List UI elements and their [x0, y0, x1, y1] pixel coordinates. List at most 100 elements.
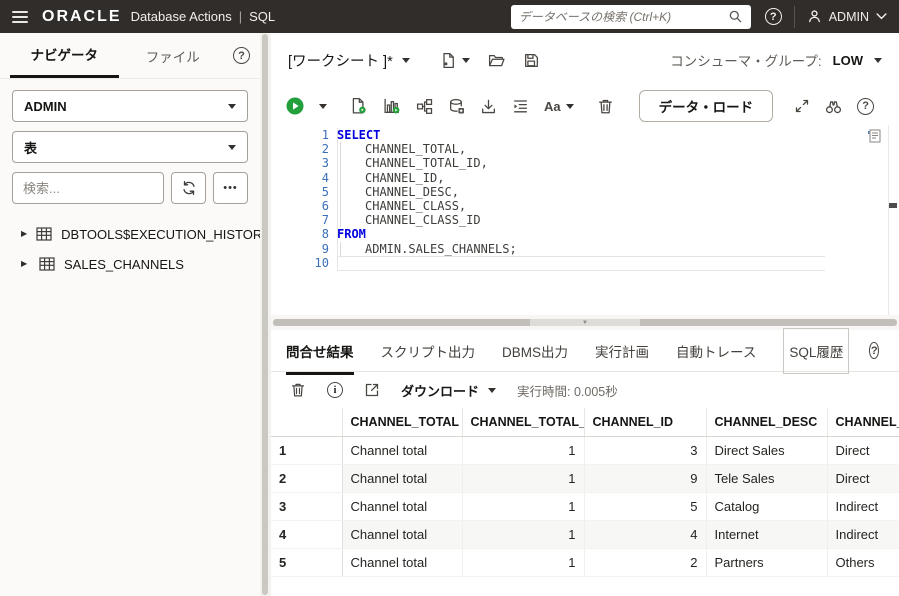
- expand-caret-icon[interactable]: ▶: [21, 230, 27, 238]
- header-help-icon[interactable]: ?: [765, 8, 782, 25]
- grid-cell[interactable]: Internet: [706, 520, 827, 548]
- run-options-chevron-icon[interactable]: [319, 104, 327, 109]
- data-load-button[interactable]: データ・ロード: [639, 90, 774, 122]
- grid-cell[interactable]: 5: [584, 492, 706, 520]
- editor-line[interactable]: 4CHANNEL_ID,: [271, 171, 887, 185]
- tree-item[interactable]: ▶DBTOOLS$EXECUTION_HISTORY: [6, 221, 254, 247]
- grid-cell[interactable]: Others: [827, 548, 899, 576]
- grid-cell[interactable]: 2: [584, 548, 706, 576]
- download-editor-button[interactable]: [480, 98, 497, 115]
- grid-cell[interactable]: 1: [462, 548, 584, 576]
- grid-cell[interactable]: Channel total: [342, 548, 462, 576]
- results-tab[interactable]: 問合せ結果: [286, 328, 354, 374]
- editor-scrollbar[interactable]: [888, 125, 899, 315]
- grid-cell[interactable]: Tele Sales: [706, 464, 827, 492]
- explain-plan-button[interactable]: [416, 98, 433, 115]
- discard-results-button[interactable]: [290, 382, 306, 398]
- results-help-icon[interactable]: ?: [869, 342, 879, 359]
- editor-line[interactable]: 6CHANNEL_CLASS,: [271, 199, 887, 213]
- editor-line[interactable]: 1SELECT: [271, 128, 887, 142]
- editor-line[interactable]: 7CHANNEL_CLASS_ID: [271, 213, 887, 227]
- worksheet-tab[interactable]: [ワークシート ]*: [288, 50, 410, 71]
- search-icon[interactable]: [728, 9, 743, 24]
- worksheet-help-icon[interactable]: ?: [857, 98, 874, 115]
- grid-cell[interactable]: 1: [462, 520, 584, 548]
- open-in-new-button[interactable]: [364, 382, 380, 398]
- grid-cell[interactable]: Channel total: [342, 492, 462, 520]
- grid-cell[interactable]: Catalog: [706, 492, 827, 520]
- grid-cell[interactable]: 4: [584, 520, 706, 548]
- grid-row[interactable]: 1Channel total13Direct SalesDirect: [271, 436, 899, 464]
- save-button[interactable]: [523, 52, 540, 69]
- download-results-button[interactable]: ダウンロード: [401, 381, 496, 400]
- open-file-button[interactable]: [488, 52, 505, 69]
- refresh-button[interactable]: [171, 172, 206, 204]
- editor-scrollbar-marker[interactable]: [889, 203, 897, 208]
- splitter-collapse-handle[interactable]: ▼: [530, 319, 640, 326]
- grid-row[interactable]: 2Channel total19Tele SalesDirect: [271, 464, 899, 492]
- editor-line[interactable]: 9ADMIN.SALES_CHANNELS;: [271, 242, 887, 256]
- editor-line[interactable]: 8FROM: [271, 227, 887, 241]
- sidebar-tab[interactable]: ナビゲータ: [10, 33, 119, 78]
- sidebar-tab[interactable]: ファイル: [119, 33, 228, 78]
- grid-row[interactable]: 5Channel total12PartnersOthers: [271, 548, 899, 576]
- editor-line[interactable]: 5CHANNEL_DESC,: [271, 185, 887, 199]
- editor-line[interactable]: 2CHANNEL_TOTAL,: [271, 142, 887, 156]
- grid-cell[interactable]: Partners: [706, 548, 827, 576]
- run-statement-button[interactable]: [286, 97, 304, 115]
- grid-column-header[interactable]: CHANNEL_ID: [584, 408, 706, 436]
- vertical-splitter[interactable]: [260, 33, 271, 596]
- grid-cell[interactable]: 1: [462, 464, 584, 492]
- run-script-button[interactable]: [350, 97, 368, 115]
- results-tab[interactable]: スクリプト出力: [381, 328, 476, 374]
- chevron-down-icon[interactable]: [874, 58, 882, 63]
- info-icon[interactable]: i: [327, 382, 343, 398]
- grid-cell[interactable]: Direct Sales: [706, 436, 827, 464]
- new-worksheet-button[interactable]: [440, 52, 470, 69]
- grid-cell[interactable]: 9: [584, 464, 706, 492]
- clear-worksheet-button[interactable]: [597, 98, 614, 115]
- results-tab[interactable]: 自動トレース: [676, 328, 756, 374]
- grid-row[interactable]: 4Channel total14InternetIndirect: [271, 520, 899, 548]
- sql-editor[interactable]: 1SELECT2CHANNEL_TOTAL,3CHANNEL_TOTAL_ID,…: [271, 125, 899, 315]
- database-search-box[interactable]: [511, 5, 751, 29]
- results-tab[interactable]: 実行計画: [595, 328, 649, 374]
- grid-cell[interactable]: Indirect: [827, 492, 899, 520]
- sql-tuning-button[interactable]: [448, 98, 465, 115]
- results-tab[interactable]: DBMS出力: [502, 328, 568, 374]
- grid-cell[interactable]: Indirect: [827, 520, 899, 548]
- editor-line[interactable]: 10: [271, 256, 887, 270]
- grid-cell[interactable]: Channel total: [342, 520, 462, 548]
- tree-item[interactable]: ▶SALES_CHANNELS: [6, 251, 254, 277]
- grid-column-header[interactable]: CHANNEL_DESC: [706, 408, 827, 436]
- grid-cell[interactable]: 1: [462, 436, 584, 464]
- hamburger-menu-icon[interactable]: [12, 11, 28, 23]
- editor-line[interactable]: 3CHANNEL_TOTAL_ID,: [271, 156, 887, 170]
- minimap-icon[interactable]: [868, 129, 881, 143]
- user-menu[interactable]: ADMIN: [807, 9, 887, 24]
- results-tab[interactable]: SQL履歴: [783, 328, 849, 374]
- text-size-button[interactable]: Aa: [544, 99, 574, 114]
- grid-cell[interactable]: 3: [584, 436, 706, 464]
- find-replace-button[interactable]: [825, 98, 842, 115]
- object-type-select[interactable]: 表: [12, 131, 248, 163]
- grid-row[interactable]: 3Channel total15CatalogIndirect: [271, 492, 899, 520]
- format-button[interactable]: [512, 98, 529, 115]
- grid-cell[interactable]: Direct: [827, 464, 899, 492]
- grid-column-header[interactable]: CHANNEL_TOTAL_ID: [462, 408, 584, 436]
- expand-caret-icon[interactable]: ▶: [21, 260, 30, 268]
- object-search-input[interactable]: [12, 172, 164, 204]
- sidebar-help-icon[interactable]: ?: [233, 47, 250, 64]
- grid-column-header[interactable]: CHANNEL_TOTAL: [342, 408, 462, 436]
- database-search-input[interactable]: [519, 10, 722, 24]
- grid-cell[interactable]: Channel total: [342, 464, 462, 492]
- grid-cell[interactable]: Direct: [827, 436, 899, 464]
- autotrace-chart-button[interactable]: [383, 97, 401, 115]
- grid-cell[interactable]: 1: [462, 492, 584, 520]
- grid-cell[interactable]: Channel total: [342, 436, 462, 464]
- consumer-group-value[interactable]: LOW: [833, 53, 863, 68]
- grid-column-header[interactable]: CHANNEL_CLASS: [827, 408, 899, 436]
- schema-select[interactable]: ADMIN: [12, 90, 248, 122]
- maximize-button[interactable]: [794, 98, 810, 114]
- more-options-button[interactable]: •••: [213, 172, 248, 204]
